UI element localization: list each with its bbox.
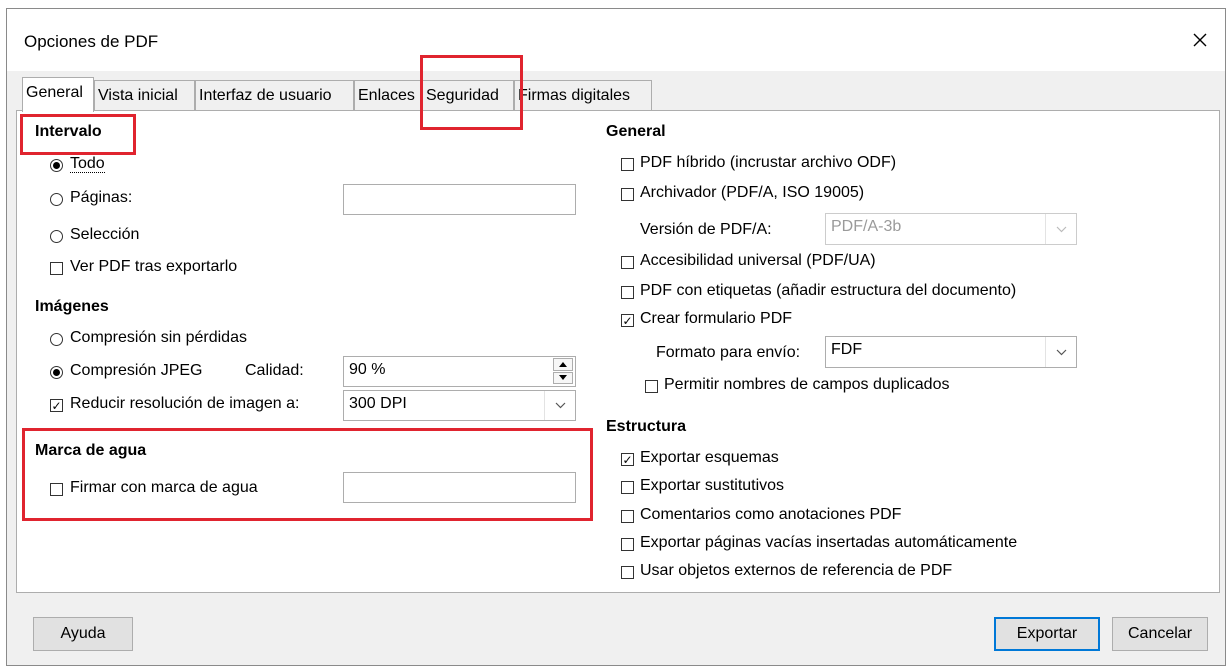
- range-selection-radio[interactable]: [50, 230, 63, 243]
- export-placeholders-checkbox[interactable]: [621, 481, 634, 494]
- export-outlines-checkbox[interactable]: ✓: [621, 453, 634, 466]
- export-outlines-label[interactable]: Exportar esquemas: [640, 449, 779, 467]
- tab-general[interactable]: General: [22, 77, 94, 112]
- spin-up-button[interactable]: [553, 358, 573, 371]
- lossless-compression-label[interactable]: Compresión sin pérdidas: [70, 329, 247, 347]
- structure-heading: Estructura: [606, 418, 687, 435]
- range-pages-radio[interactable]: [50, 193, 63, 206]
- use-reference-xobjects-label[interactable]: Usar objetos externos de referencia de P…: [640, 562, 952, 580]
- title-bar: [7, 9, 1225, 71]
- tab-security[interactable]: Seguridad: [422, 80, 514, 110]
- watermark-heading: Marca de agua: [35, 442, 147, 459]
- submit-format-dropdown[interactable]: FDF: [825, 336, 1077, 368]
- help-button[interactable]: Ayuda: [33, 617, 133, 651]
- tagged-pdf-checkbox[interactable]: [621, 286, 634, 299]
- sign-watermark-checkbox[interactable]: [50, 483, 63, 496]
- lossless-compression-radio[interactable]: [50, 333, 63, 346]
- view-after-export-checkbox[interactable]: [50, 262, 63, 275]
- archive-pdfa-checkbox[interactable]: [621, 188, 634, 201]
- create-pdf-form-checkbox[interactable]: ✓: [621, 314, 634, 327]
- pdfa-version-label: Versión de PDF/A:: [640, 221, 772, 238]
- resolution-dropdown[interactable]: 300 DPI: [343, 390, 576, 421]
- jpeg-quality-spinbox[interactable]: 90 %: [343, 356, 576, 387]
- comments-as-annotations-checkbox[interactable]: [621, 510, 634, 523]
- images-heading: Imágenes: [35, 298, 109, 315]
- create-pdf-form-label[interactable]: Crear formulario PDF: [640, 310, 792, 328]
- general-heading: General: [606, 123, 666, 140]
- close-icon: [1193, 33, 1207, 47]
- range-heading: Intervalo: [35, 123, 102, 140]
- comments-as-annotations-label[interactable]: Comentarios como anotaciones PDF: [640, 506, 901, 524]
- allow-duplicate-field-names-label[interactable]: Permitir nombres de campos duplicados: [664, 376, 949, 394]
- spin-down-button[interactable]: [553, 371, 573, 384]
- reduce-resolution-label[interactable]: Reducir resolución de imagen a:: [70, 395, 299, 413]
- jpeg-compression-label[interactable]: Compresión JPEG: [70, 362, 203, 380]
- background-app-strip: [0, 0, 1230, 8]
- pages-input[interactable]: [343, 184, 576, 215]
- submit-format-label: Formato para envío:: [656, 344, 801, 361]
- spin-down-icon: [559, 375, 567, 381]
- reduce-resolution-checkbox[interactable]: ✓: [50, 399, 63, 412]
- submit-format-dropdown-button[interactable]: [1045, 337, 1076, 367]
- view-after-export-label[interactable]: Ver PDF tras exportarlo: [70, 258, 237, 276]
- universal-accessibility-checkbox[interactable]: [621, 256, 634, 269]
- sign-watermark-label[interactable]: Firmar con marca de agua: [70, 479, 258, 497]
- jpeg-compression-radio[interactable]: [50, 366, 63, 379]
- range-all-label[interactable]: Todo: [70, 155, 105, 173]
- export-button[interactable]: Exportar: [994, 617, 1100, 651]
- tab-links[interactable]: Enlaces: [354, 80, 422, 110]
- resolution-dropdown-button[interactable]: [544, 391, 575, 420]
- universal-accessibility-label[interactable]: Accesibilidad universal (PDF/UA): [640, 252, 876, 270]
- jpeg-quality-label: Calidad:: [245, 362, 304, 379]
- range-pages-label[interactable]: Páginas:: [70, 189, 132, 207]
- cancel-button[interactable]: Cancelar: [1112, 617, 1208, 651]
- range-all-radio[interactable]: [50, 159, 63, 172]
- range-selection-label[interactable]: Selección: [70, 226, 139, 244]
- hybrid-pdf-checkbox[interactable]: [621, 158, 634, 171]
- tab-user-interface[interactable]: Interfaz de usuario: [195, 80, 354, 110]
- chevron-down-icon: [555, 402, 565, 409]
- tab-initial-view[interactable]: Vista inicial: [94, 80, 195, 110]
- close-button[interactable]: [1180, 20, 1220, 60]
- use-reference-xobjects-checkbox[interactable]: [621, 566, 634, 579]
- chevron-down-icon: [1056, 226, 1066, 232]
- dialog-title: Opciones de PDF: [24, 32, 159, 51]
- hybrid-pdf-label[interactable]: PDF híbrido (incrustar archivo ODF): [640, 154, 896, 172]
- pdfa-version-dropdown-button[interactable]: [1045, 214, 1076, 244]
- export-placeholders-label[interactable]: Exportar sustitutivos: [640, 477, 784, 495]
- spin-up-icon: [559, 361, 567, 367]
- archive-pdfa-label[interactable]: Archivador (PDF/A, ISO 19005): [640, 184, 864, 202]
- export-blank-pages-label[interactable]: Exportar páginas vacías insertadas autom…: [640, 534, 1017, 552]
- pdfa-version-dropdown[interactable]: PDF/A-3b: [825, 213, 1077, 245]
- tab-digital-signatures[interactable]: Firmas digitales: [514, 80, 652, 110]
- export-blank-pages-checkbox[interactable]: [621, 538, 634, 551]
- chevron-down-icon: [1056, 349, 1066, 355]
- watermark-text-input[interactable]: [343, 472, 576, 503]
- tagged-pdf-label[interactable]: PDF con etiquetas (añadir estructura del…: [640, 282, 1016, 300]
- allow-duplicate-field-names-checkbox[interactable]: [645, 380, 658, 393]
